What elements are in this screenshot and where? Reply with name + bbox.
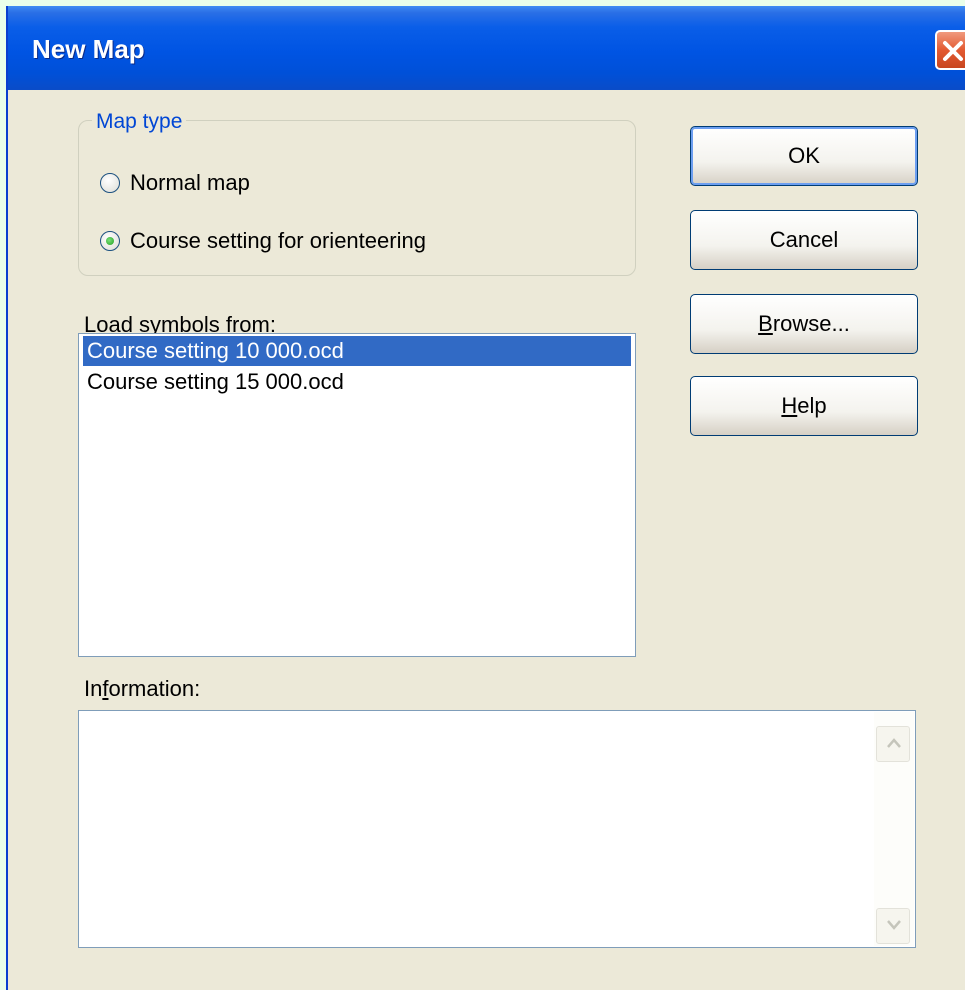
information-textbox[interactable] (78, 710, 916, 948)
browse-label: rowse... (772, 311, 850, 336)
scroll-down-button[interactable] (876, 908, 910, 944)
chevron-down-icon (887, 920, 901, 930)
information-label-part: In (84, 676, 103, 701)
radio-label: Course setting for orienteering (130, 228, 426, 253)
radio-normal-map[interactable]: Normal map (100, 170, 250, 196)
title-bar[interactable]: New Map (8, 6, 965, 90)
information-label: Information: (84, 676, 200, 702)
vertical-scrollbar[interactable] (874, 712, 914, 946)
ok-button[interactable]: OK (690, 126, 918, 186)
radio-label: Normal map (130, 170, 250, 195)
help-label: elp (797, 393, 827, 418)
map-type-label: Map type (92, 110, 187, 134)
radio-selected-dot (106, 237, 114, 245)
radio-button[interactable] (100, 231, 120, 251)
list-item[interactable]: Course setting 10 000.ocd (83, 336, 631, 366)
help-button[interactable]: Help (690, 376, 918, 436)
browse-accel: B (758, 311, 773, 336)
close-icon (943, 41, 963, 61)
cancel-button[interactable]: Cancel (690, 210, 918, 270)
radio-course-setting[interactable]: Course setting for orienteering (100, 228, 426, 254)
information-label-part: ormation: (108, 676, 201, 701)
dialog-title: New Map (32, 34, 145, 64)
chevron-up-icon (887, 738, 901, 748)
list-item[interactable]: Course setting 15 000.ocd (79, 366, 635, 398)
browse-button[interactable]: Browse... (690, 294, 918, 354)
help-accel: H (781, 393, 798, 418)
radio-button[interactable] (100, 173, 120, 193)
symbols-listbox[interactable]: Course setting 10 000.ocd Course setting… (78, 333, 636, 657)
scroll-up-button[interactable] (876, 726, 910, 762)
close-button[interactable] (935, 30, 965, 70)
